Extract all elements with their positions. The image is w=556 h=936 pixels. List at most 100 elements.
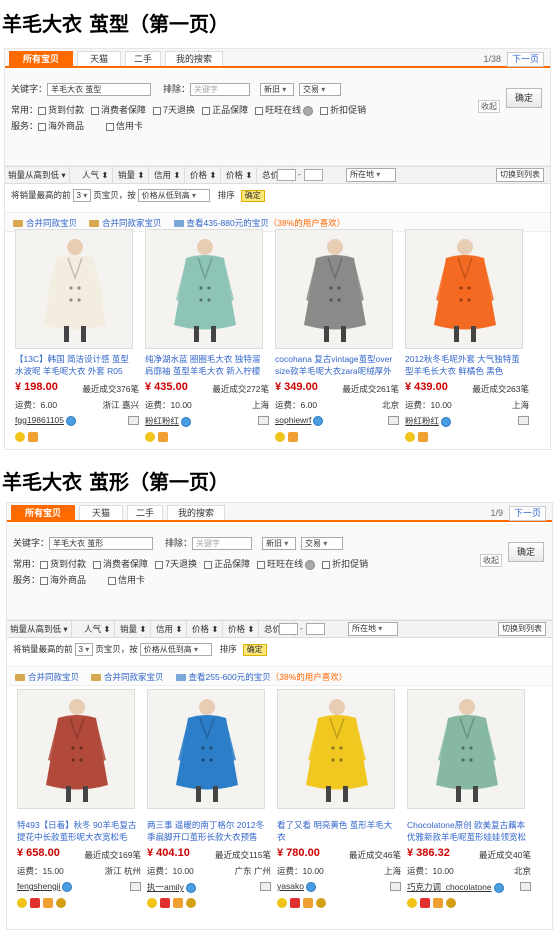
checkbox[interactable] [93, 560, 102, 569]
product-card[interactable]: cocohana 复古vintage茧型over size款羊毛呢大衣zara呢… [275, 229, 403, 444]
list-view-button[interactable]: 切换到列表 [496, 168, 544, 182]
next-page-button[interactable]: 下一页 [508, 506, 546, 521]
wangwang-chat-icon[interactable] [181, 416, 192, 427]
product-image[interactable] [405, 229, 523, 349]
order-select[interactable]: 价格从低到高 [139, 643, 212, 657]
wangwang-chat-icon[interactable] [185, 882, 196, 893]
location-select[interactable]: 所在地 [346, 168, 396, 182]
order-select[interactable]: 价格从低到高 [137, 189, 210, 203]
merge-items-link[interactable]: 合并同款宝贝 [28, 672, 79, 682]
wangwang-chat-icon[interactable] [62, 881, 73, 892]
product-image[interactable] [277, 689, 395, 809]
sort-volume[interactable]: 销量 ⬍ [117, 621, 151, 637]
keyword-input[interactable]: 羊毛大衣 茧型 [47, 83, 152, 97]
page-count-select[interactable]: 3 [72, 189, 92, 203]
sort-volume[interactable]: 销量 ⬍ [115, 167, 149, 183]
page-count-select[interactable]: 3 [74, 643, 94, 657]
exclude-input[interactable]: 关键字 [190, 83, 251, 97]
checkbox[interactable] [322, 560, 331, 569]
sort-popularity[interactable]: 人气 ⬍ [79, 167, 113, 183]
filter-option[interactable]: 7天退换 [153, 103, 195, 117]
seller-card-icon[interactable] [390, 882, 401, 891]
checkbox[interactable] [153, 106, 162, 115]
checkbox[interactable] [40, 576, 49, 585]
seller-card-icon[interactable] [128, 416, 139, 425]
price-range-link[interactable]: 查看435-880元的宝贝 [187, 218, 269, 228]
seller-name-link[interactable]: fgg19861105 [15, 415, 77, 426]
trade-select[interactable]: 交易 [299, 83, 342, 97]
filter-option[interactable]: 折扣促销 [322, 557, 368, 571]
product-title-link[interactable]: 纯净湖水蓝 圈圈毛大衣 独特溜 肩廓袖 茧型羊毛大衣 新入柠檬 [145, 353, 267, 377]
filter-option[interactable]: 海外商品 [38, 119, 84, 133]
seller-card-icon[interactable] [130, 882, 141, 891]
filter-option[interactable]: 正品保障 [204, 557, 250, 571]
product-card[interactable]: 两三事 遥暖的南丁格尔 2012冬季扁脚开口茧形长款大衣预售 ¥ 404.10 最近… [147, 689, 275, 908]
price-min-input[interactable] [277, 169, 296, 181]
sort-price-alt[interactable]: 价格 ⬍ [225, 621, 259, 637]
merge-sellers-link[interactable]: 合并同款家宝贝 [102, 218, 162, 228]
product-card[interactable]: 纯净湖水蓝 圈圈毛大衣 独特溜 肩廓袖 茧型羊毛大衣 新入柠檬 ¥ 435.00 最… [145, 229, 273, 444]
seller-card-icon[interactable] [388, 416, 399, 425]
merge-sellers-link[interactable]: 合并同款家宝贝 [104, 672, 164, 682]
confirm-button[interactable]: 确定 [508, 542, 544, 562]
product-title-link[interactable]: Chocolatone原创 欧美复古藕本优雅新款羊毛呢茧形娃娃领宽松 [407, 819, 529, 843]
checkbox[interactable] [38, 106, 47, 115]
sort-sales-desc[interactable]: 销量从高到低 ▾ [7, 621, 72, 637]
checkbox[interactable] [91, 106, 100, 115]
sort-popularity[interactable]: 人气 ⬍ [81, 621, 115, 637]
sort-credit[interactable]: 信用 ⬍ [151, 167, 185, 183]
product-title-link[interactable]: 特493【日着】秋冬 90羊毛复古提花中长款茧形呢大衣宽松毛 [17, 819, 139, 843]
product-card[interactable]: 看了又看 明亮黄色 茧形羊毛大衣 ¥ 780.00 最近成交46笔 运费：10.00 上… [277, 689, 405, 908]
apply-sort-button[interactable]: 确定 [242, 644, 267, 656]
filter-option[interactable]: 信用卡 [108, 573, 145, 587]
wangwang-chat-icon[interactable] [441, 416, 452, 427]
seller-card-icon[interactable] [260, 882, 271, 891]
seller-card-icon[interactable] [518, 416, 529, 425]
product-title-link[interactable]: 看了又看 明亮黄色 茧形羊毛大衣 [277, 819, 399, 843]
price-max-input[interactable] [306, 623, 325, 635]
checkbox[interactable] [202, 106, 211, 115]
price-max-input[interactable] [304, 169, 323, 181]
keyword-input[interactable]: 羊毛大衣 茧形 [49, 537, 154, 551]
product-image[interactable] [147, 689, 265, 809]
seller-name-link[interactable]: 执一amily [147, 881, 196, 893]
filter-option[interactable]: 旺旺在线 [255, 103, 314, 117]
sort-price-alt[interactable]: 价格 ⬍ [223, 167, 257, 183]
wangwang-chat-icon[interactable] [66, 415, 77, 426]
tab-my-search[interactable]: 我的搜索 [165, 51, 223, 66]
checkbox[interactable] [38, 122, 47, 131]
product-title-link[interactable]: 【13C】韩国 简洁设计感 茧型 水波呢 羊毛呢大衣 外套 R05 [15, 353, 137, 377]
product-image[interactable] [275, 229, 393, 349]
seller-name-link[interactable]: 粉红粉红 [405, 415, 452, 427]
confirm-button[interactable]: 确定 [506, 88, 542, 108]
filter-option[interactable]: 折扣促销 [320, 103, 366, 117]
product-image[interactable] [145, 229, 263, 349]
seller-card-icon[interactable] [520, 882, 531, 891]
seller-name-link[interactable]: sophiewrf [275, 415, 324, 426]
checkbox[interactable] [204, 560, 213, 569]
merge-items-link[interactable]: 合并同款宝贝 [26, 218, 77, 228]
filter-option[interactable]: 货到付款 [40, 557, 86, 571]
checkbox[interactable] [257, 560, 266, 569]
tab-all-items[interactable]: 所有宝贝 [9, 51, 73, 68]
checkbox[interactable] [108, 576, 117, 585]
filter-option[interactable]: 信用卡 [106, 119, 143, 133]
seller-card-icon[interactable] [258, 416, 269, 425]
next-page-button[interactable]: 下一页 [506, 52, 544, 67]
filter-option[interactable]: 正品保障 [202, 103, 248, 117]
checkbox[interactable] [155, 560, 164, 569]
checkbox[interactable] [320, 106, 329, 115]
apply-sort-button[interactable]: 确定 [240, 190, 265, 202]
trade-select[interactable]: 交易 [301, 537, 344, 551]
collapse-button[interactable]: 收起 [478, 100, 500, 113]
price-range-link[interactable]: 查看255-600元的宝贝 [189, 672, 271, 682]
product-card[interactable]: Chocolatone原创 欧美复古藕本优雅新款羊毛呢茧形娃娃领宽松 ¥ 386.… [407, 689, 535, 908]
sort-price[interactable]: 价格 ⬍ [189, 621, 223, 637]
tab-secondhand[interactable]: 二手 [127, 505, 163, 520]
tab-tmall[interactable]: 天猫 [79, 505, 123, 520]
tab-my-search[interactable]: 我的搜索 [167, 505, 225, 520]
product-title-link[interactable]: 两三事 遥暖的南丁格尔 2012冬季扁脚开口茧形长款大衣预售 [147, 819, 269, 843]
product-image[interactable] [407, 689, 525, 809]
seller-name-link[interactable]: yasako [277, 881, 316, 892]
product-image[interactable] [17, 689, 135, 809]
